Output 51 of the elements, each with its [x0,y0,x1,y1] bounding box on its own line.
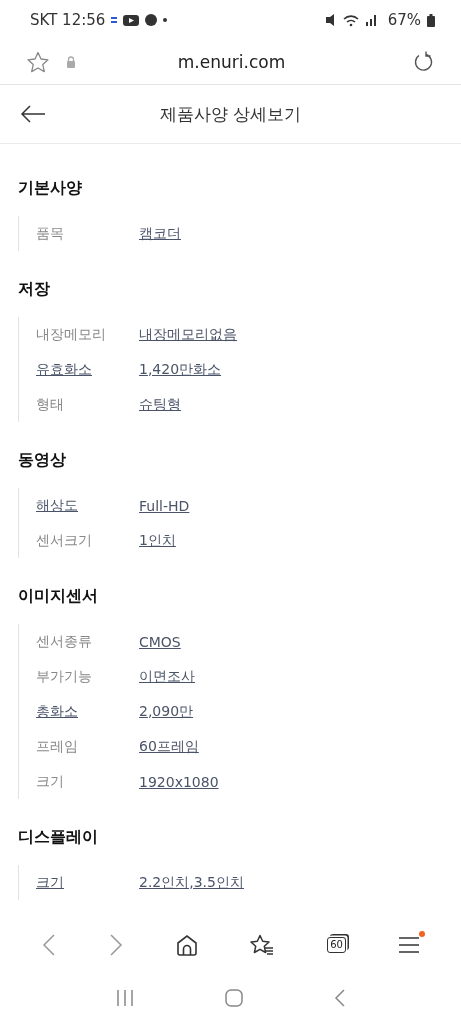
spec-value-link[interactable]: 2.2인치,3.5인치 [139,873,244,892]
status-time: SKT 12:56 [30,11,106,29]
url-text[interactable]: m.enuri.com [92,52,371,72]
back-arrow-icon[interactable] [20,105,46,123]
spec-value-link[interactable]: CMOS [139,633,181,650]
spec-value-link[interactable]: 이면조사 [139,667,195,686]
spec-label-link[interactable]: 유효화소 [36,360,139,379]
reload-icon[interactable] [413,51,435,73]
home-icon[interactable] [175,933,198,956]
section-title: 저장 [18,279,51,299]
battery-icon [427,13,435,27]
spec-value-link[interactable]: 슈팅형 [139,395,181,414]
spec-label: 크기 [36,772,65,791]
spec-label: 부가기능 [36,667,93,686]
menu-icon[interactable] [398,935,419,954]
section-title: 기본사양 [18,178,83,198]
spec-value-link[interactable]: 60프레임 [139,737,199,756]
spec-value-link[interactable]: 내장메모리없음 [139,325,237,344]
spec-value-link[interactable]: 1920x1080 [139,773,219,790]
forward-icon[interactable] [109,932,124,957]
spec-value-link[interactable]: Full-HD [139,497,190,514]
back-icon[interactable] [333,988,346,1007]
spec-label-link[interactable]: 해상도 [36,496,139,515]
back-icon[interactable] [42,932,57,957]
spec-label: 센서종류 [36,632,93,651]
spec-label: 품목 [36,224,65,243]
bookmarks-icon[interactable] [250,933,275,956]
home-button-icon[interactable] [224,988,243,1007]
section-title: 이미지센서 [18,586,99,606]
star-icon[interactable] [26,51,50,73]
lock-icon [66,56,76,68]
battery-percent: 67% [387,11,421,29]
spec-label: 형태 [36,395,65,414]
section-title: 디스플레이 [18,827,99,847]
recent-apps-icon[interactable] [115,989,134,1006]
spec-label: 내장메모리 [36,325,107,344]
spec-label-link[interactable]: 크기 [36,873,139,892]
more-dot-icon [163,18,168,22]
spec-label: 프레임 [36,737,79,756]
spec-label: 센서크기 [36,531,93,550]
section-title: 동영상 [18,450,67,470]
spec-label-link[interactable]: 총화소 [36,702,139,721]
spec-value-link[interactable]: 캠코더 [139,224,181,243]
circle-icon [145,14,158,26]
page-title: 제품사양 상세보기 [158,102,303,126]
video-play-icon [123,14,140,26]
spec-value-link[interactable]: 1,420만화소 [139,360,222,379]
spec-value-link[interactable]: 2,090만 [139,702,194,721]
spec-value-link[interactable]: 1인치 [139,531,176,550]
app-notification-icon [111,17,118,23]
tabs-button[interactable]: 60 [327,936,346,953]
